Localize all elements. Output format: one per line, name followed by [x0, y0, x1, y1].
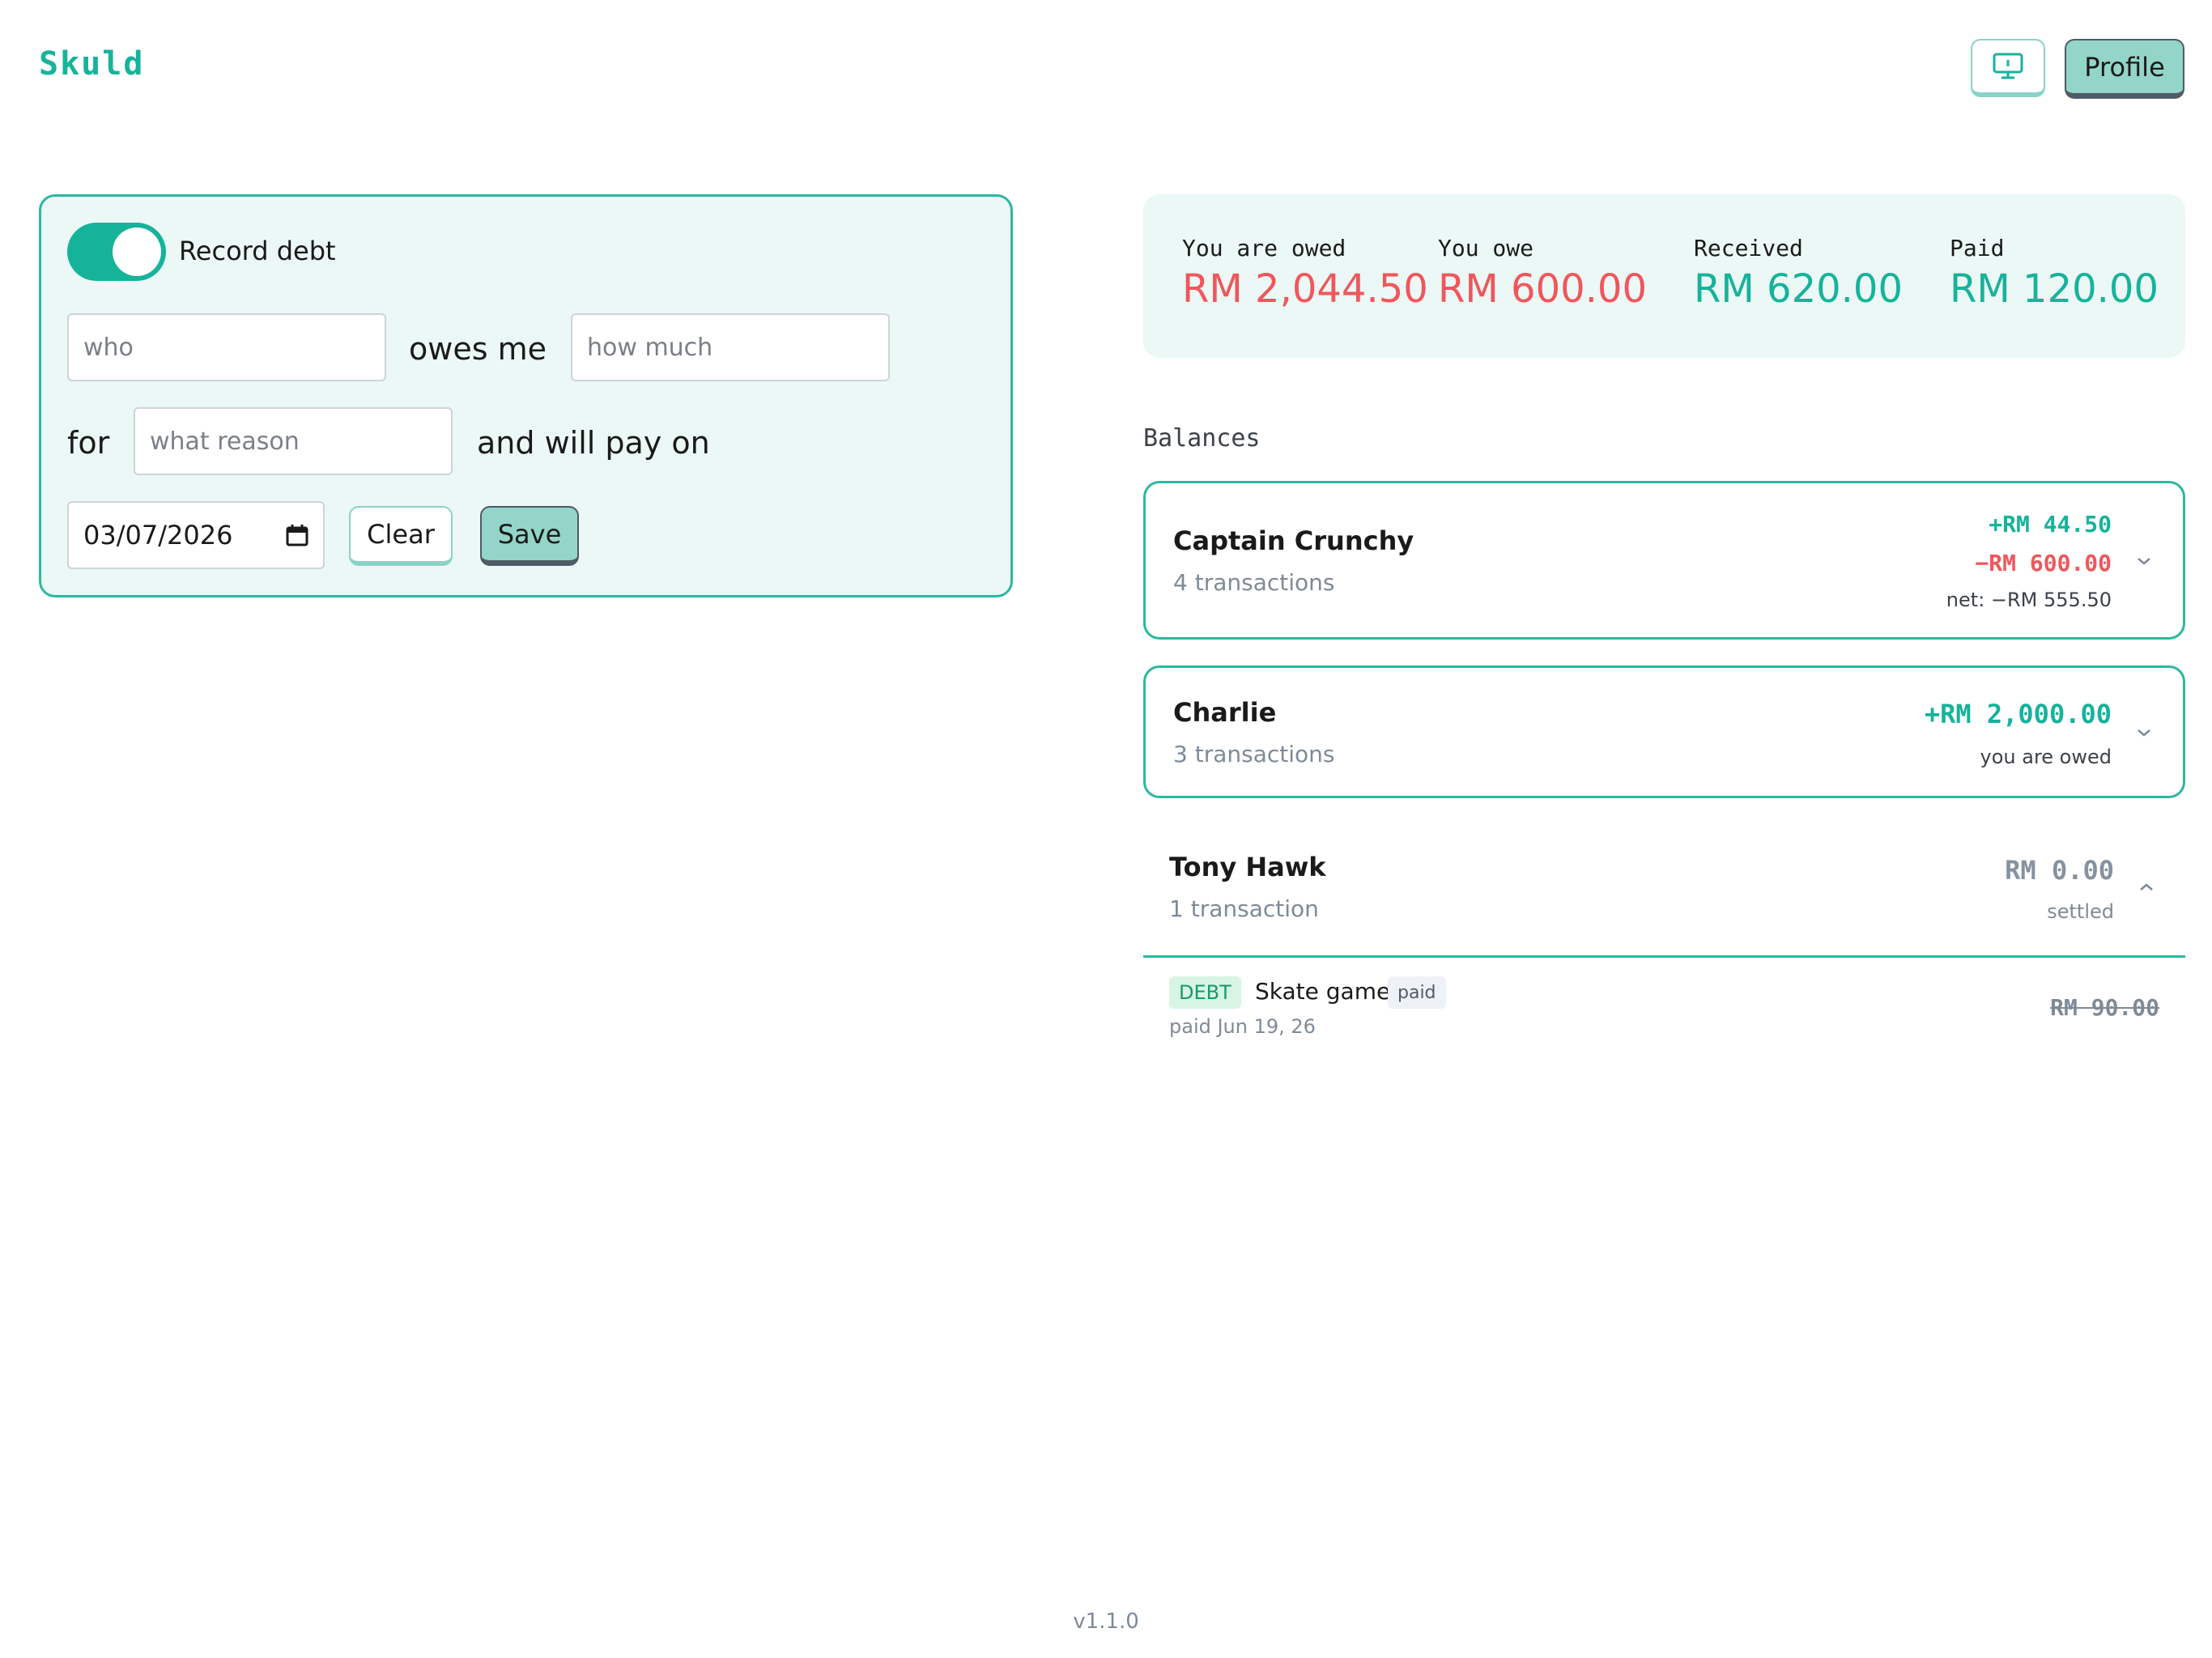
summary-panel: You are owed RM 2,044.50 You owe RM 600.… — [1143, 194, 2185, 358]
due-date-input[interactable]: 03/07/2026 — [67, 501, 325, 569]
balance-amount: +RM 2,000.00 — [1924, 699, 2112, 729]
balance-amount: RM 0.00 — [2005, 855, 2114, 886]
balance-transaction-count: 3 transactions — [1173, 741, 1335, 767]
transaction-amount: RM 90.00 — [2050, 994, 2159, 1021]
balance-name: Captain Crunchy — [1173, 525, 1414, 556]
balance-plus-amount: +RM 44.50 — [1989, 511, 2112, 538]
who-input[interactable]: who — [67, 313, 386, 381]
for-label: for — [67, 425, 110, 461]
divider — [1143, 955, 2185, 958]
transaction-status-badge: paid — [1388, 976, 1446, 1009]
stat-received-label: Received — [1694, 235, 1803, 261]
due-date-value: 03/07/2026 — [83, 520, 233, 551]
stat-owed-value: RM 2,044.50 — [1182, 266, 1428, 312]
balance-card-captain-crunchy[interactable]: Captain Crunchy 4 transactions +RM 44.50… — [1143, 481, 2185, 640]
balance-status-note: you are owed — [1980, 746, 2112, 768]
stat-received: Received RM 620.00 — [1694, 235, 1903, 312]
chevron-down-icon[interactable] — [2134, 551, 2154, 571]
stat-owe-value: RM 600.00 — [1438, 266, 1647, 312]
transaction-title: Skate game — [1255, 978, 1391, 1005]
owes-me-label: owes me — [409, 331, 547, 367]
balance-net-note: net: −RM 555.50 — [1946, 589, 2112, 611]
amount-input[interactable]: how much — [571, 313, 890, 381]
monitor-icon — [1993, 53, 2023, 79]
display-mode-button[interactable] — [1971, 39, 2045, 97]
balance-card-tony-hawk[interactable]: Tony Hawk 1 transaction RM 0.00 settled — [1143, 835, 2185, 957]
profile-button[interactable]: Profile — [2065, 39, 2184, 99]
stat-owed-label: You are owed — [1182, 235, 1346, 261]
transaction-date: paid Jun 19, 26 — [1169, 1015, 1316, 1038]
balance-transaction-count: 1 transaction — [1169, 895, 1319, 922]
app-logo: Skuld — [39, 45, 145, 83]
balance-card-charlie[interactable]: Charlie 3 transactions +RM 2,000.00 you … — [1143, 665, 2185, 798]
stat-owe: You owe RM 600.00 — [1438, 235, 1647, 312]
record-debt-toggle[interactable] — [67, 223, 166, 281]
toggle-label: Record debt — [179, 236, 336, 266]
pay-on-label: and will pay on — [477, 425, 710, 461]
clear-button[interactable]: Clear — [349, 506, 453, 566]
stat-owe-label: You owe — [1438, 235, 1534, 261]
chevron-down-icon[interactable] — [2134, 723, 2154, 742]
balance-transaction-count: 4 transactions — [1173, 569, 1335, 596]
transaction-row[interactable]: DEBT Skate game paid paid Jun 19, 26 RM … — [1143, 971, 2185, 1052]
stat-paid-label: Paid — [1950, 235, 2005, 261]
stat-paid: Paid RM 120.00 — [1950, 235, 2159, 312]
stat-owed: You are owed RM 2,044.50 — [1182, 235, 1428, 312]
stat-received-value: RM 620.00 — [1694, 266, 1903, 312]
balance-minus-amount: −RM 600.00 — [1975, 550, 2112, 576]
balance-name: Charlie — [1173, 697, 1277, 728]
app-version: v1.1.0 — [1073, 1609, 1139, 1634]
balances-heading: Balances — [1143, 424, 1261, 453]
stat-paid-value: RM 120.00 — [1950, 266, 2159, 312]
toggle-knob — [113, 227, 161, 276]
calendar-icon[interactable] — [286, 524, 308, 546]
balance-status-note: settled — [2047, 900, 2114, 923]
transaction-type-badge: DEBT — [1169, 976, 1241, 1009]
balance-name: Tony Hawk — [1169, 852, 1326, 882]
reason-input[interactable]: what reason — [134, 407, 453, 475]
record-debt-form: Record debt who owes me how much for wha… — [39, 194, 1013, 597]
save-button[interactable]: Save — [480, 506, 579, 566]
chevron-up-icon[interactable] — [2137, 878, 2156, 897]
